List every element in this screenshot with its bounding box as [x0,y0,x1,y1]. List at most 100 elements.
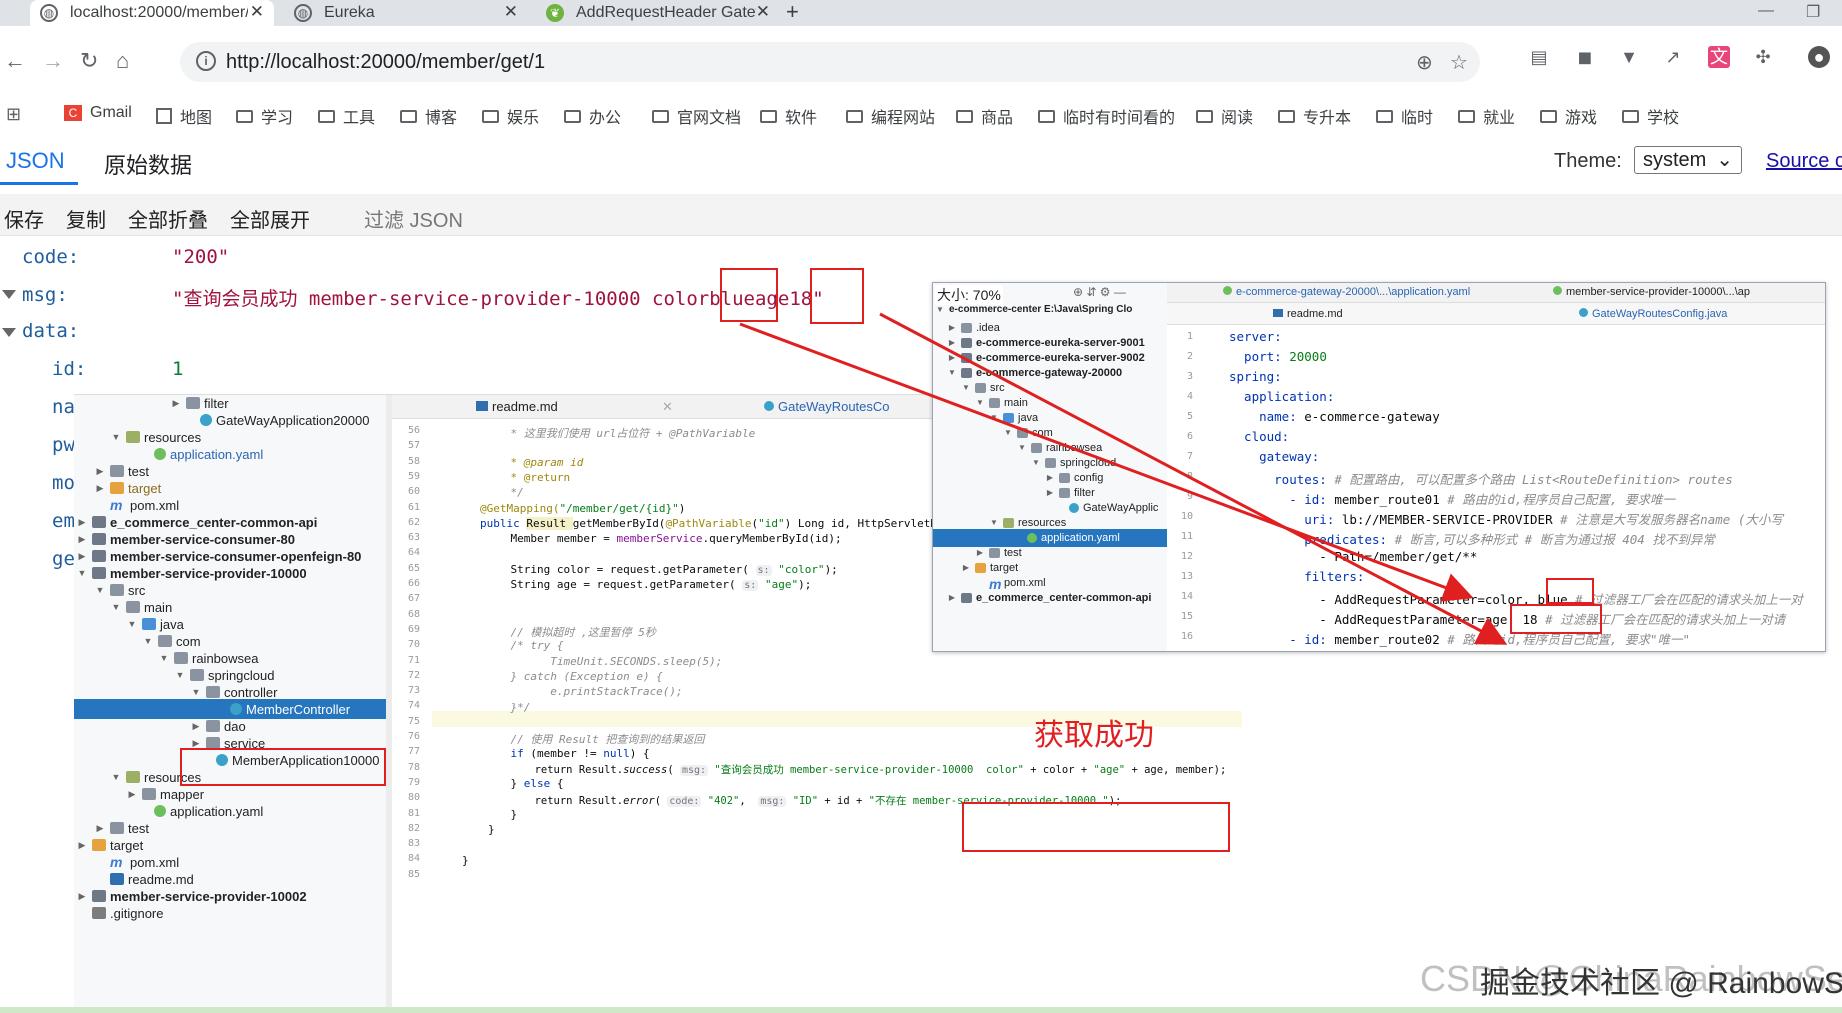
bookmark-folder[interactable]: 专升本 [1278,104,1351,128]
chevron-right-icon[interactable]: ▶ [76,840,88,851]
chevron-right-icon[interactable]: ▶ [76,551,88,562]
bookmark-folder[interactable]: 软件 [760,104,817,128]
site-info-icon[interactable]: i [196,51,216,71]
save-button[interactable]: 保存 [4,204,44,233]
source-link[interactable]: Source c [1766,150,1842,173]
chevron-right-icon[interactable]: ▶ [961,563,971,572]
tab-json[interactable]: JSON [6,148,65,174]
chevron-right-icon[interactable]: ▶ [947,353,957,362]
chevron-down-icon[interactable]: ▼ [935,305,945,314]
expand-all-button[interactable]: 全部展开 [230,204,310,233]
collapse-caret-icon[interactable] [2,290,16,299]
home-icon[interactable]: ⌂ [116,50,129,72]
bookmark-folder[interactable]: 阅读 [1196,104,1253,128]
bookmark-folder[interactable]: 就业 [1458,104,1515,128]
close-tab-icon[interactable]: ✕ [250,2,264,22]
editor-tab-readme[interactable]: readme.md [476,399,558,414]
chevron-right-icon[interactable]: ▶ [975,548,985,557]
chevron-right-icon[interactable]: ▶ [190,738,202,749]
address-bar[interactable]: i http://localhost:20000/member/get/1 ⊕ … [180,42,1480,82]
yaml-editor[interactable]: server: port: 20000 spring: application:… [1167,325,1825,651]
chevron-right-icon[interactable]: ▶ [76,517,88,528]
vue-devtools-icon[interactable]: ▼ [1618,46,1640,68]
chevron-down-icon[interactable]: ▼ [76,568,88,578]
chevron-right-icon[interactable]: ▶ [947,323,957,332]
url-text[interactable]: http://localhost:20000/member/get/1 [226,51,545,74]
tab-raw-data[interactable]: 原始数据 [104,148,192,180]
editor-tab-gateway-routes[interactable]: GateWayRoutesCo [764,399,890,414]
avatar[interactable]: ● [1808,46,1830,68]
chevron-right-icon[interactable]: ▶ [170,398,182,409]
chevron-down-icon[interactable]: ▼ [110,772,122,782]
browser-tab-member-get[interactable]: ◍ localhost:20000/member/get ✕ [30,0,274,26]
bookmark-folder[interactable]: 官网文档 [652,104,741,128]
extensions-puzzle-icon[interactable]: ✣ [1752,46,1774,68]
bookmark-folder[interactable]: 工具 [318,104,375,128]
back-arrow-icon[interactable]: ← [4,50,26,72]
bookmark-folder[interactable]: 编程网站 [846,104,935,128]
chevron-right-icon[interactable]: ▶ [126,789,138,800]
editor-tab-routes-config[interactable]: GateWayRoutesConfig.java [1579,308,1727,320]
translate-extension-icon[interactable]: 文 [1708,46,1730,68]
chevron-down-icon[interactable]: ▼ [126,619,138,629]
theme-select[interactable]: system ⌄ [1634,146,1742,174]
chevron-down-icon[interactable]: ▼ [190,687,202,697]
bookmark-folder[interactable]: 临时有时间看的 [1038,104,1175,128]
bookmark-folder[interactable]: 临时 [1376,104,1433,128]
reload-icon[interactable]: ↻ [80,50,98,72]
chevron-down-icon[interactable]: ▼ [158,653,170,663]
collapse-all-button[interactable]: 全部折叠 [128,204,208,233]
chevron-down-icon[interactable]: ▼ [1031,458,1041,467]
browser-tab-eureka[interactable]: ◍ Eureka ✕ [284,0,528,26]
bookmark-gmail[interactable]: C Gmail [64,104,132,122]
bookmark-folder[interactable]: 学校 [1622,104,1679,128]
chevron-down-icon[interactable]: ▼ [1017,443,1027,452]
bookmark-folder[interactable]: 商品 [956,104,1013,128]
chevron-right-icon[interactable]: ▶ [947,593,957,602]
bookmark-star-icon[interactable]: ☆ [1450,50,1468,75]
chevron-down-icon[interactable]: ▼ [975,398,985,407]
chevron-down-icon[interactable]: ▼ [1003,428,1013,437]
chevron-down-icon[interactable]: ▼ [989,413,999,422]
chevron-right-icon[interactable]: ▶ [1045,473,1055,482]
bookmark-folder[interactable]: 游戏 [1540,104,1597,128]
bookmark-folder[interactable]: 博客 [400,104,457,128]
editor-tab-provider-yaml[interactable]: member-service-provider-10000\...\ap [1553,286,1750,298]
browser-tab-addrequestheader[interactable]: ❦ AddRequestHeader Gateway ✕ [536,0,780,26]
collapse-caret-icon[interactable] [2,328,16,337]
editor-tab-readme[interactable]: readme.md [1273,308,1343,320]
bookmark-folder[interactable]: 学习 [236,104,293,128]
forward-arrow-icon[interactable]: → [42,50,64,72]
chevron-right-icon[interactable]: ▶ [94,823,106,834]
copy-button[interactable]: 复制 [66,204,106,233]
bookmark-map[interactable]: 地图 [156,104,212,128]
bookmark-folder[interactable]: 办公 [564,104,621,128]
chevron-right-icon[interactable]: ▶ [947,338,957,347]
chevron-down-icon[interactable]: ▼ [961,383,971,392]
bookmark-folder[interactable]: 娱乐 [482,104,539,128]
chevron-down-icon[interactable]: ▼ [989,518,999,527]
chevron-right-icon[interactable]: ▶ [190,721,202,732]
chevron-down-icon[interactable]: ▼ [174,670,186,680]
close-tab-icon[interactable]: ✕ [662,399,673,415]
chevron-down-icon[interactable]: ▼ [142,636,154,646]
chevron-down-icon[interactable]: ▼ [110,602,122,612]
apps-grid-icon[interactable]: ⊞ [6,104,21,125]
tree-item[interactable]: .gitignore [74,903,386,923]
chevron-right-icon[interactable]: ▶ [94,483,106,494]
chevron-right-icon[interactable]: ▶ [76,534,88,545]
new-tab-plus-icon[interactable]: + [786,0,799,24]
chevron-down-icon[interactable]: ▼ [94,585,106,595]
tree-item[interactable]: ▶ e_commerce_center-common-api [933,589,1167,607]
minimize-icon[interactable]: — [1758,2,1774,20]
chevron-right-icon[interactable]: ▶ [76,891,88,902]
close-tab-icon[interactable]: ✕ [504,2,518,22]
chevron-right-icon[interactable]: ▶ [94,466,106,477]
reading-list-icon[interactable]: ▤ [1528,46,1550,68]
filter-json-input[interactable]: 过滤 JSON [364,204,463,233]
open-external-icon[interactable]: ↗ [1662,46,1684,68]
extension-icon[interactable]: ◼ [1574,46,1596,68]
zoom-icon[interactable]: ⊕ [1416,50,1433,75]
chevron-down-icon[interactable]: ▼ [110,432,122,442]
editor-tab-gateway-yaml[interactable]: e-commerce-gateway-20000\...\application… [1223,286,1470,298]
